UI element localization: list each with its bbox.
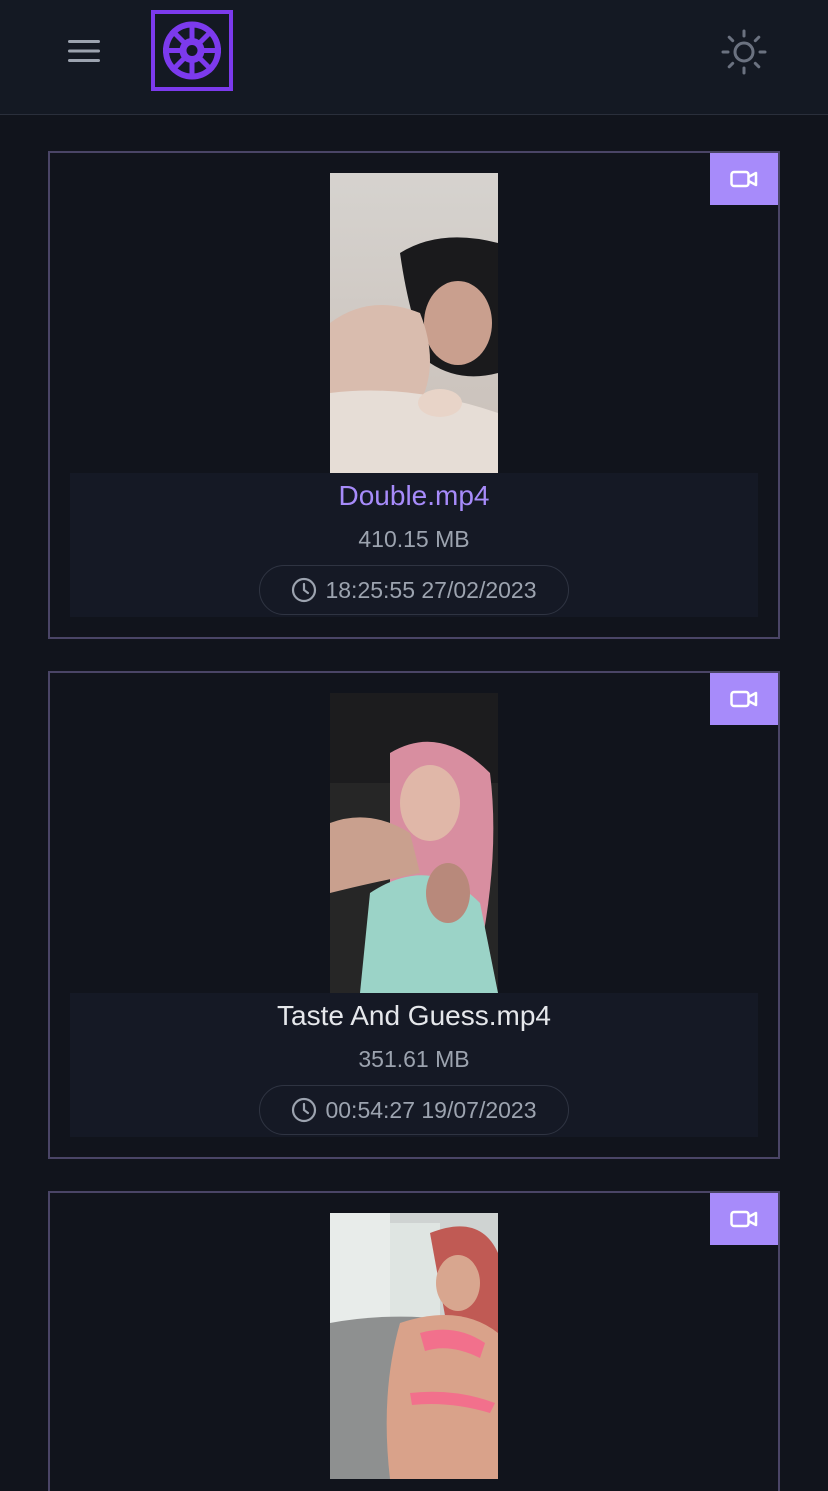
upload-date: 00:54:27 19/07/2023	[325, 1096, 537, 1123]
sun-icon	[721, 29, 767, 75]
theme-toggle-button[interactable]	[716, 24, 772, 80]
date-badge: 00:54:27 19/07/2023	[259, 1085, 569, 1135]
vault-wheel-logo	[151, 10, 233, 91]
app-header	[0, 0, 828, 115]
clock-icon	[292, 1097, 317, 1123]
upload-date: 18:25:55 27/02/2023	[325, 576, 537, 603]
media-info-panel: Taste And Guess.mp4 351.61 MB 00:54:27 1…	[70, 993, 758, 1137]
hamburger-menu-icon	[68, 40, 100, 62]
video-type-badge	[710, 673, 778, 725]
file-size: 410.15 MB	[358, 526, 470, 552]
media-card[interactable]: Double.mp4 410.15 MB 18:25:55 27/02/2023	[48, 151, 780, 639]
video-camera-icon	[730, 1210, 758, 1228]
file-name[interactable]: Double.mp4	[70, 479, 758, 513]
app-logo[interactable]	[151, 10, 233, 91]
media-card[interactable]: Taste And Guess.mp4 351.61 MB 00:54:27 1…	[48, 671, 780, 1159]
video-camera-icon	[730, 170, 758, 188]
file-name[interactable]: Taste And Guess.mp4	[70, 999, 758, 1033]
video-thumbnail[interactable]	[330, 693, 498, 993]
video-thumbnail[interactable]	[330, 1213, 498, 1479]
thumbnail-image	[330, 693, 498, 993]
media-feed: Double.mp4 410.15 MB 18:25:55 27/02/2023	[48, 151, 780, 1491]
media-card[interactable]	[48, 1191, 780, 1491]
video-thumbnail[interactable]	[330, 173, 498, 473]
thumbnail-image	[330, 1213, 498, 1479]
thumbnail-image	[330, 173, 498, 473]
date-badge: 18:25:55 27/02/2023	[259, 565, 569, 615]
video-type-badge	[710, 1193, 778, 1245]
clock-icon	[292, 577, 317, 603]
video-camera-icon	[730, 690, 758, 708]
video-type-badge	[710, 153, 778, 205]
media-info-panel: Double.mp4 410.15 MB 18:25:55 27/02/2023	[70, 473, 758, 617]
menu-button[interactable]	[60, 30, 108, 72]
file-size: 351.61 MB	[358, 1046, 470, 1072]
